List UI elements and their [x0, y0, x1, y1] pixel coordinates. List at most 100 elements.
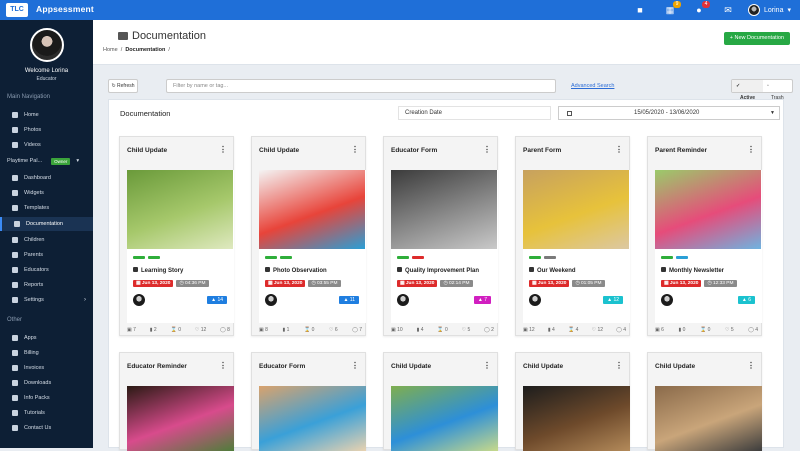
sidebar-item-educators[interactable]: Educators	[0, 263, 93, 277]
date-range-picker[interactable]: 15/05/2020 - 13/06/2020 ▼	[558, 106, 780, 120]
sidebar-item-videos[interactable]: Videos	[0, 138, 93, 152]
card-thumbnail[interactable]	[523, 170, 629, 249]
kebab-menu-icon[interactable]: ⋮	[747, 361, 755, 370]
documentation-card[interactable]: Child Update ⋮ Learning Story ▦ Jun 13, …	[119, 136, 234, 336]
comment-stat[interactable]: ◯ 7	[352, 327, 362, 333]
documentation-card[interactable]: Child Update ⋮ Photo Observation ▦ Jun 1…	[251, 136, 366, 336]
advanced-search-link[interactable]: Advanced Search	[571, 83, 614, 89]
sidebar-item-documentation[interactable]: Documentation	[0, 217, 93, 231]
comment-stat[interactable]: ◯ 4	[616, 327, 626, 333]
card-thumbnail[interactable]	[655, 386, 762, 451]
documentation-card[interactable]: Parent Form ⋮ Our Weekend ▦ Jun 13, 2020…	[515, 136, 630, 336]
user-menu[interactable]: Lorina ▾	[748, 3, 791, 17]
mail-icon[interactable]: ✉	[722, 4, 734, 16]
kebab-menu-icon[interactable]: ⋮	[483, 145, 491, 154]
center-selector[interactable]: Playtime Pal... Owner ▾	[0, 154, 93, 168]
lock-icon[interactable]: ■	[634, 4, 646, 16]
person-icon: ▲	[741, 297, 747, 303]
attachment-stat: ⌛ 0	[699, 327, 711, 333]
card-body[interactable]: Learning Story ▦ Jun 13, 2020 ◷ 04:36 PM…	[127, 170, 234, 323]
like-stat[interactable]: ♡ 5	[725, 327, 734, 333]
card-thumbnail[interactable]	[259, 386, 366, 451]
card-title[interactable]: Quality Improvement Plan	[397, 267, 479, 274]
card-meta: ▦ Jun 13, 2020 ◷ 01:05 PM	[529, 280, 605, 287]
card-body[interactable]: Quality Improvement Plan ▦ Jun 13, 2020 …	[391, 170, 498, 323]
sidebar-item-dashboard[interactable]: Dashboard	[0, 171, 93, 185]
documentation-card[interactable]: Educator Reminder ⋮	[119, 352, 234, 451]
attachment-stat: ⌛ 4	[567, 327, 579, 333]
documentation-card[interactable]: Child Update ⋮	[515, 352, 630, 451]
sidebar-item-apps[interactable]: Apps	[0, 331, 93, 345]
sidebar-item-billing[interactable]: Billing	[0, 346, 93, 360]
card-thumbnail[interactable]	[391, 386, 498, 451]
sidebar-item-widgets[interactable]: Widgets	[0, 186, 93, 200]
bell-icon[interactable]: ● 4	[693, 1, 710, 16]
sidebar-item-reports[interactable]: Reports	[0, 278, 93, 292]
attachment-stat: ⌛ 0	[303, 327, 315, 333]
card-title[interactable]: Photo Observation	[265, 267, 327, 274]
documentation-card[interactable]: Educator Form ⋮	[251, 352, 366, 451]
kebab-menu-icon[interactable]: ⋮	[615, 361, 623, 370]
kebab-menu-icon[interactable]: ⋮	[219, 145, 227, 154]
card-thumbnail[interactable]	[259, 170, 365, 249]
sidebar-item-children[interactable]: Children	[0, 233, 93, 247]
active-toggle[interactable]: ✓ Active	[732, 80, 764, 101]
card-body[interactable]: Our Weekend ▦ Jun 13, 2020 ◷ 01:05 PM ▲ …	[523, 170, 630, 323]
card-body[interactable]: Photo Observation ▦ Jun 13, 2020 ◷ 03:55…	[259, 170, 366, 323]
card-body[interactable]: Monthly Newsletter ▦ Jun 13, 2020 ◷ 12:3…	[655, 170, 762, 323]
sidebar-item-info-packs[interactable]: Info Packs	[0, 391, 93, 405]
kebab-menu-icon[interactable]: ⋮	[351, 361, 359, 370]
breadcrumb-home[interactable]: Home	[103, 47, 118, 53]
card-thumbnail[interactable]	[655, 170, 761, 249]
author-avatar[interactable]	[133, 294, 145, 306]
card-thumbnail[interactable]	[127, 170, 233, 249]
documentation-card[interactable]: Child Update ⋮	[647, 352, 762, 451]
author-avatar[interactable]	[397, 294, 409, 306]
sidebar-item-downloads[interactable]: Downloads	[0, 376, 93, 390]
like-stat[interactable]: ♡ 5	[462, 327, 471, 333]
sidebar-item-invoices[interactable]: Invoices	[0, 361, 93, 375]
comment-stat[interactable]: ◯ 2	[484, 327, 494, 333]
kebab-menu-icon[interactable]: ⋮	[615, 145, 623, 154]
like-stat[interactable]: ♡ 12	[195, 327, 206, 333]
card-thumbnail[interactable]	[523, 386, 630, 451]
app-logo[interactable]: TLC	[6, 3, 28, 17]
kebab-menu-icon[interactable]: ⋮	[747, 145, 755, 154]
card-title[interactable]: Monthly Newsletter	[661, 267, 724, 274]
author-avatar[interactable]	[265, 294, 277, 306]
documentation-card[interactable]: Child Update ⋮	[383, 352, 498, 451]
card-thumbnail[interactable]	[391, 170, 497, 249]
profile-avatar[interactable]	[30, 28, 64, 62]
sidebar-item-photos[interactable]: Photos	[0, 123, 93, 137]
comment-stat[interactable]: ◯ 8	[220, 327, 230, 333]
comment-stat[interactable]: ◯ 4	[748, 327, 758, 333]
card-thumbnail[interactable]	[127, 386, 234, 451]
search-input[interactable]: Filter by name or tag...	[166, 79, 556, 93]
like-stat[interactable]: ♡ 12	[592, 327, 603, 333]
card-title[interactable]: Learning Story	[133, 267, 183, 274]
video-count: 4	[420, 327, 424, 333]
sidebar-item-parents[interactable]: Parents	[0, 248, 93, 262]
app-brand: Appsessment	[36, 4, 94, 14]
documentation-card[interactable]: Educator Form ⋮ Quality Improvement Plan…	[383, 136, 498, 336]
kebab-menu-icon[interactable]: ⋮	[483, 361, 491, 370]
kebab-menu-icon[interactable]: ⋮	[351, 145, 359, 154]
calendar-icon[interactable]: ▦ 9	[664, 1, 681, 16]
kebab-menu-icon[interactable]: ⋮	[219, 361, 227, 370]
sidebar-item-settings[interactable]: Settings ›	[0, 293, 93, 307]
sidebar-item-templates[interactable]: Templates	[0, 201, 93, 215]
author-avatar[interactable]	[661, 294, 673, 306]
sort-field-select[interactable]: Creation Date	[398, 106, 551, 120]
refresh-button[interactable]: ↻ Refresh	[108, 79, 138, 93]
sidebar-item-home[interactable]: Home	[0, 108, 93, 122]
author-avatar[interactable]	[529, 294, 541, 306]
sidebar-item-label: Contact Us	[24, 425, 52, 431]
like-stat[interactable]: ♡ 6	[329, 327, 338, 333]
calendar-icon	[567, 110, 572, 116]
documentation-card[interactable]: Parent Reminder ⋮ Monthly Newsletter ▦ J…	[647, 136, 762, 336]
sidebar-item-contact-us[interactable]: Contact Us	[0, 421, 93, 435]
sidebar-item-tutorials[interactable]: Tutorials	[0, 406, 93, 420]
card-title[interactable]: Our Weekend	[529, 267, 576, 274]
trash-toggle[interactable]: ▫ Trash	[763, 80, 792, 101]
new-documentation-button[interactable]: + New Documentation	[723, 32, 790, 45]
